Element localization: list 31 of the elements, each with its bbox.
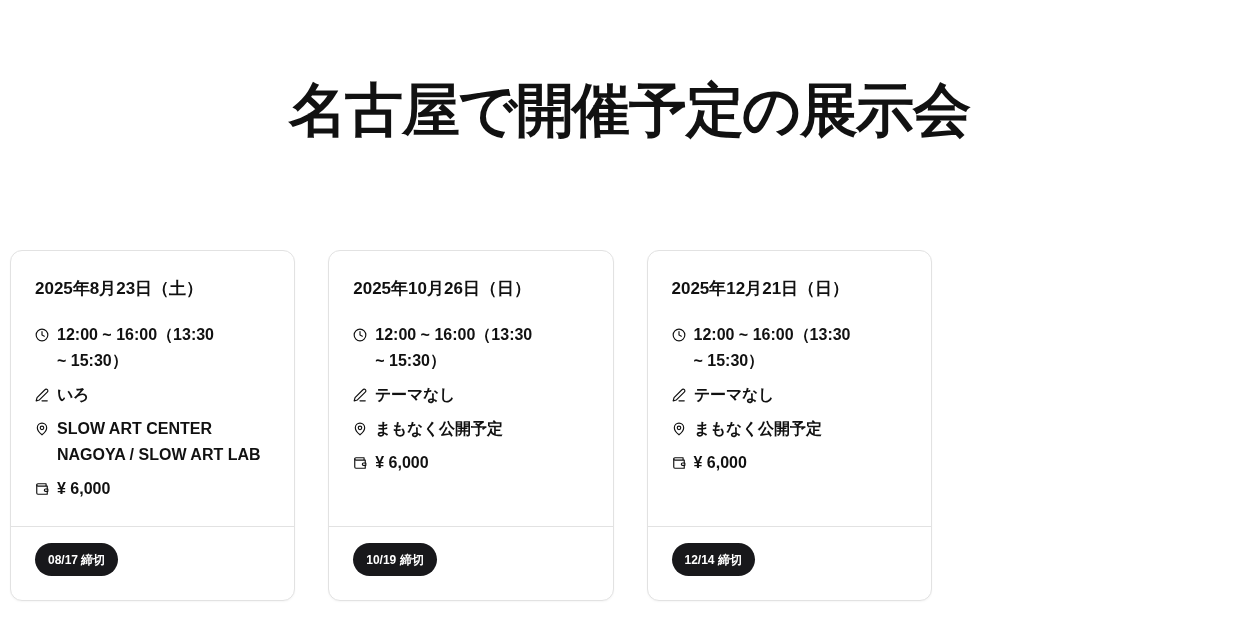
event-time: 12:00 ~ 16:00（13:30 ~ 15:30）: [375, 325, 534, 371]
clock-icon: [35, 328, 49, 342]
event-venue: まもなく公開予定: [693, 419, 823, 440]
clock-icon: [353, 328, 368, 342]
wallet-icon: [671, 456, 686, 470]
clock-icon: [671, 328, 686, 342]
pencil-icon: [671, 388, 686, 402]
event-time: 12:00 ~ 16:00（13:30 ~ 15:30）: [693, 325, 852, 371]
map-pin-icon: [35, 422, 49, 436]
event-venue: SLOW ART CENTER NAGOYA / SLOW ART LAB: [57, 419, 262, 465]
event-theme: いろ: [57, 385, 90, 405]
event-price: ¥ 6,000: [375, 453, 430, 473]
pencil-icon: [353, 388, 368, 402]
event-theme: テーマなし: [375, 385, 457, 406]
event-price: ¥ 6,000: [57, 479, 112, 499]
page-title: 名古屋で開催予定の展示会: [288, 81, 970, 139]
deadline-badge: 10/19 締切: [353, 543, 437, 576]
event-theme: テーマなし: [693, 385, 775, 406]
event-date: 2025年12月21日（日）: [671, 278, 850, 300]
deadline-badge: 12/14 締切: [671, 543, 755, 576]
event-time: 12:00 ~ 16:00（13:30 ~ 15:30）: [57, 325, 215, 371]
wallet-icon: [353, 456, 368, 470]
pencil-icon: [35, 388, 49, 402]
event-date: 2025年10月26日（日）: [353, 278, 531, 300]
map-pin-icon: [353, 422, 368, 436]
event-venue: まもなく公開予定: [375, 419, 505, 440]
event-date: 2025年8月23日（土）: [35, 278, 204, 300]
event-price: ¥ 6,000: [693, 453, 748, 473]
deadline-badge: 08/17 締切: [35, 543, 119, 576]
wallet-icon: [35, 482, 49, 496]
map-pin-icon: [671, 422, 686, 436]
